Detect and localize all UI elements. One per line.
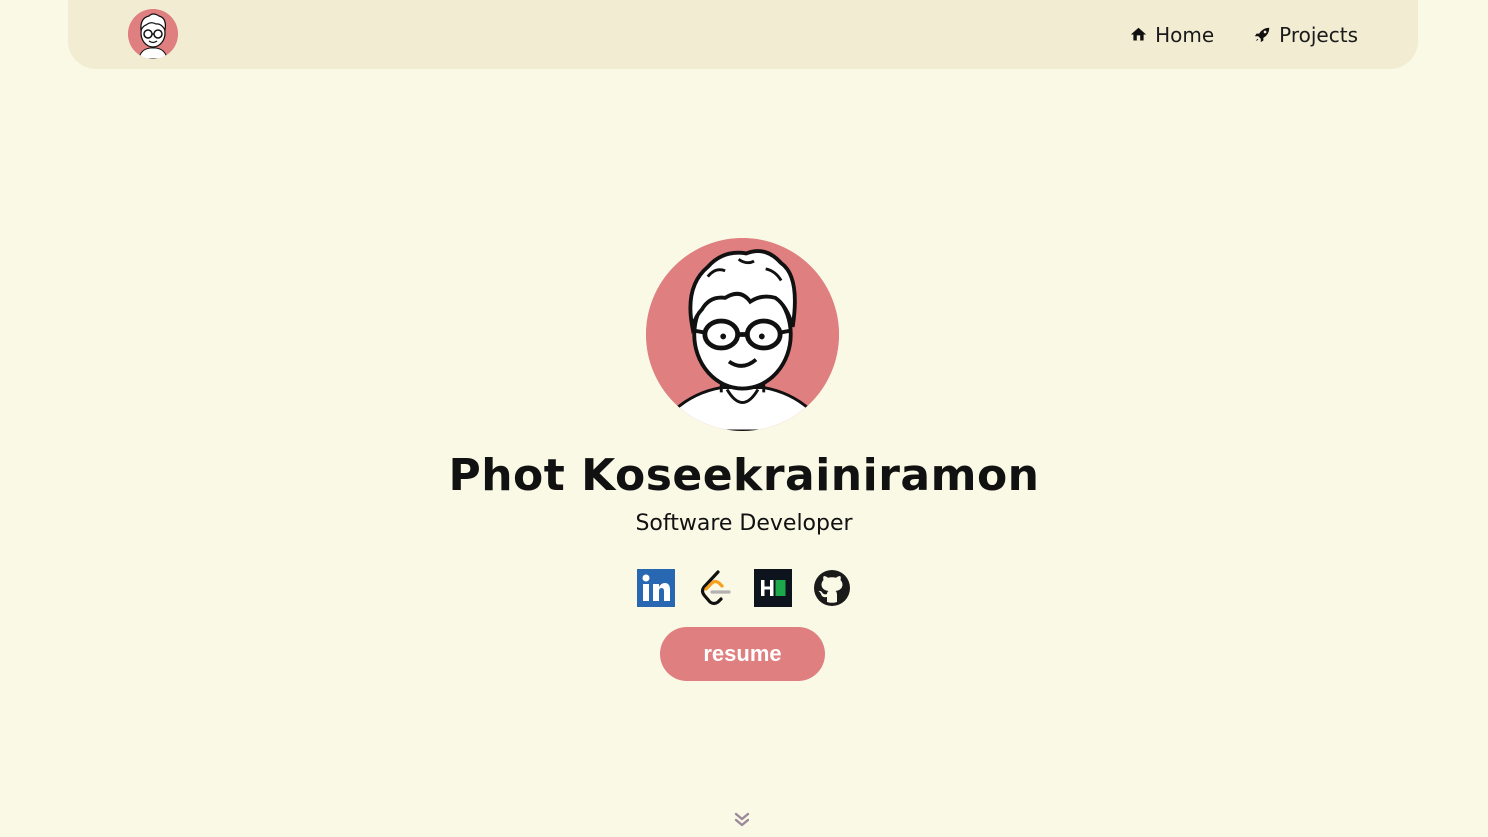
hackerrank-icon [754, 569, 793, 607]
home-icon [1130, 27, 1147, 41]
nav-links: Home Projects [1130, 0, 1358, 69]
github-link[interactable] [813, 569, 851, 607]
linkedin-icon [637, 569, 675, 607]
avatar-icon [646, 238, 839, 431]
avatar-icon [128, 9, 178, 59]
resume-button[interactable]: resume [660, 627, 825, 681]
navbar: Home Projects [68, 0, 1418, 69]
hero-role: Software Developer [635, 511, 853, 536]
hero-name: Phot Koseekrainiramon [448, 450, 1040, 501]
leetcode-link[interactable] [696, 569, 734, 607]
nav-link-projects[interactable]: Projects [1254, 23, 1358, 47]
nav-link-home[interactable]: Home [1130, 23, 1214, 47]
chevron-double-down-icon [734, 812, 750, 827]
scroll-down-button[interactable] [733, 811, 751, 829]
hackerrank-link[interactable] [754, 569, 793, 607]
hero-avatar [646, 238, 839, 431]
rocket-icon [1254, 27, 1270, 43]
linkedin-link[interactable] [637, 569, 675, 607]
nav-link-label: Home [1155, 22, 1215, 47]
nav-avatar[interactable] [128, 9, 178, 59]
social-links [637, 568, 851, 608]
github-icon [813, 570, 850, 606]
leetcode-icon [700, 570, 731, 606]
nav-link-label: Projects [1279, 22, 1358, 47]
